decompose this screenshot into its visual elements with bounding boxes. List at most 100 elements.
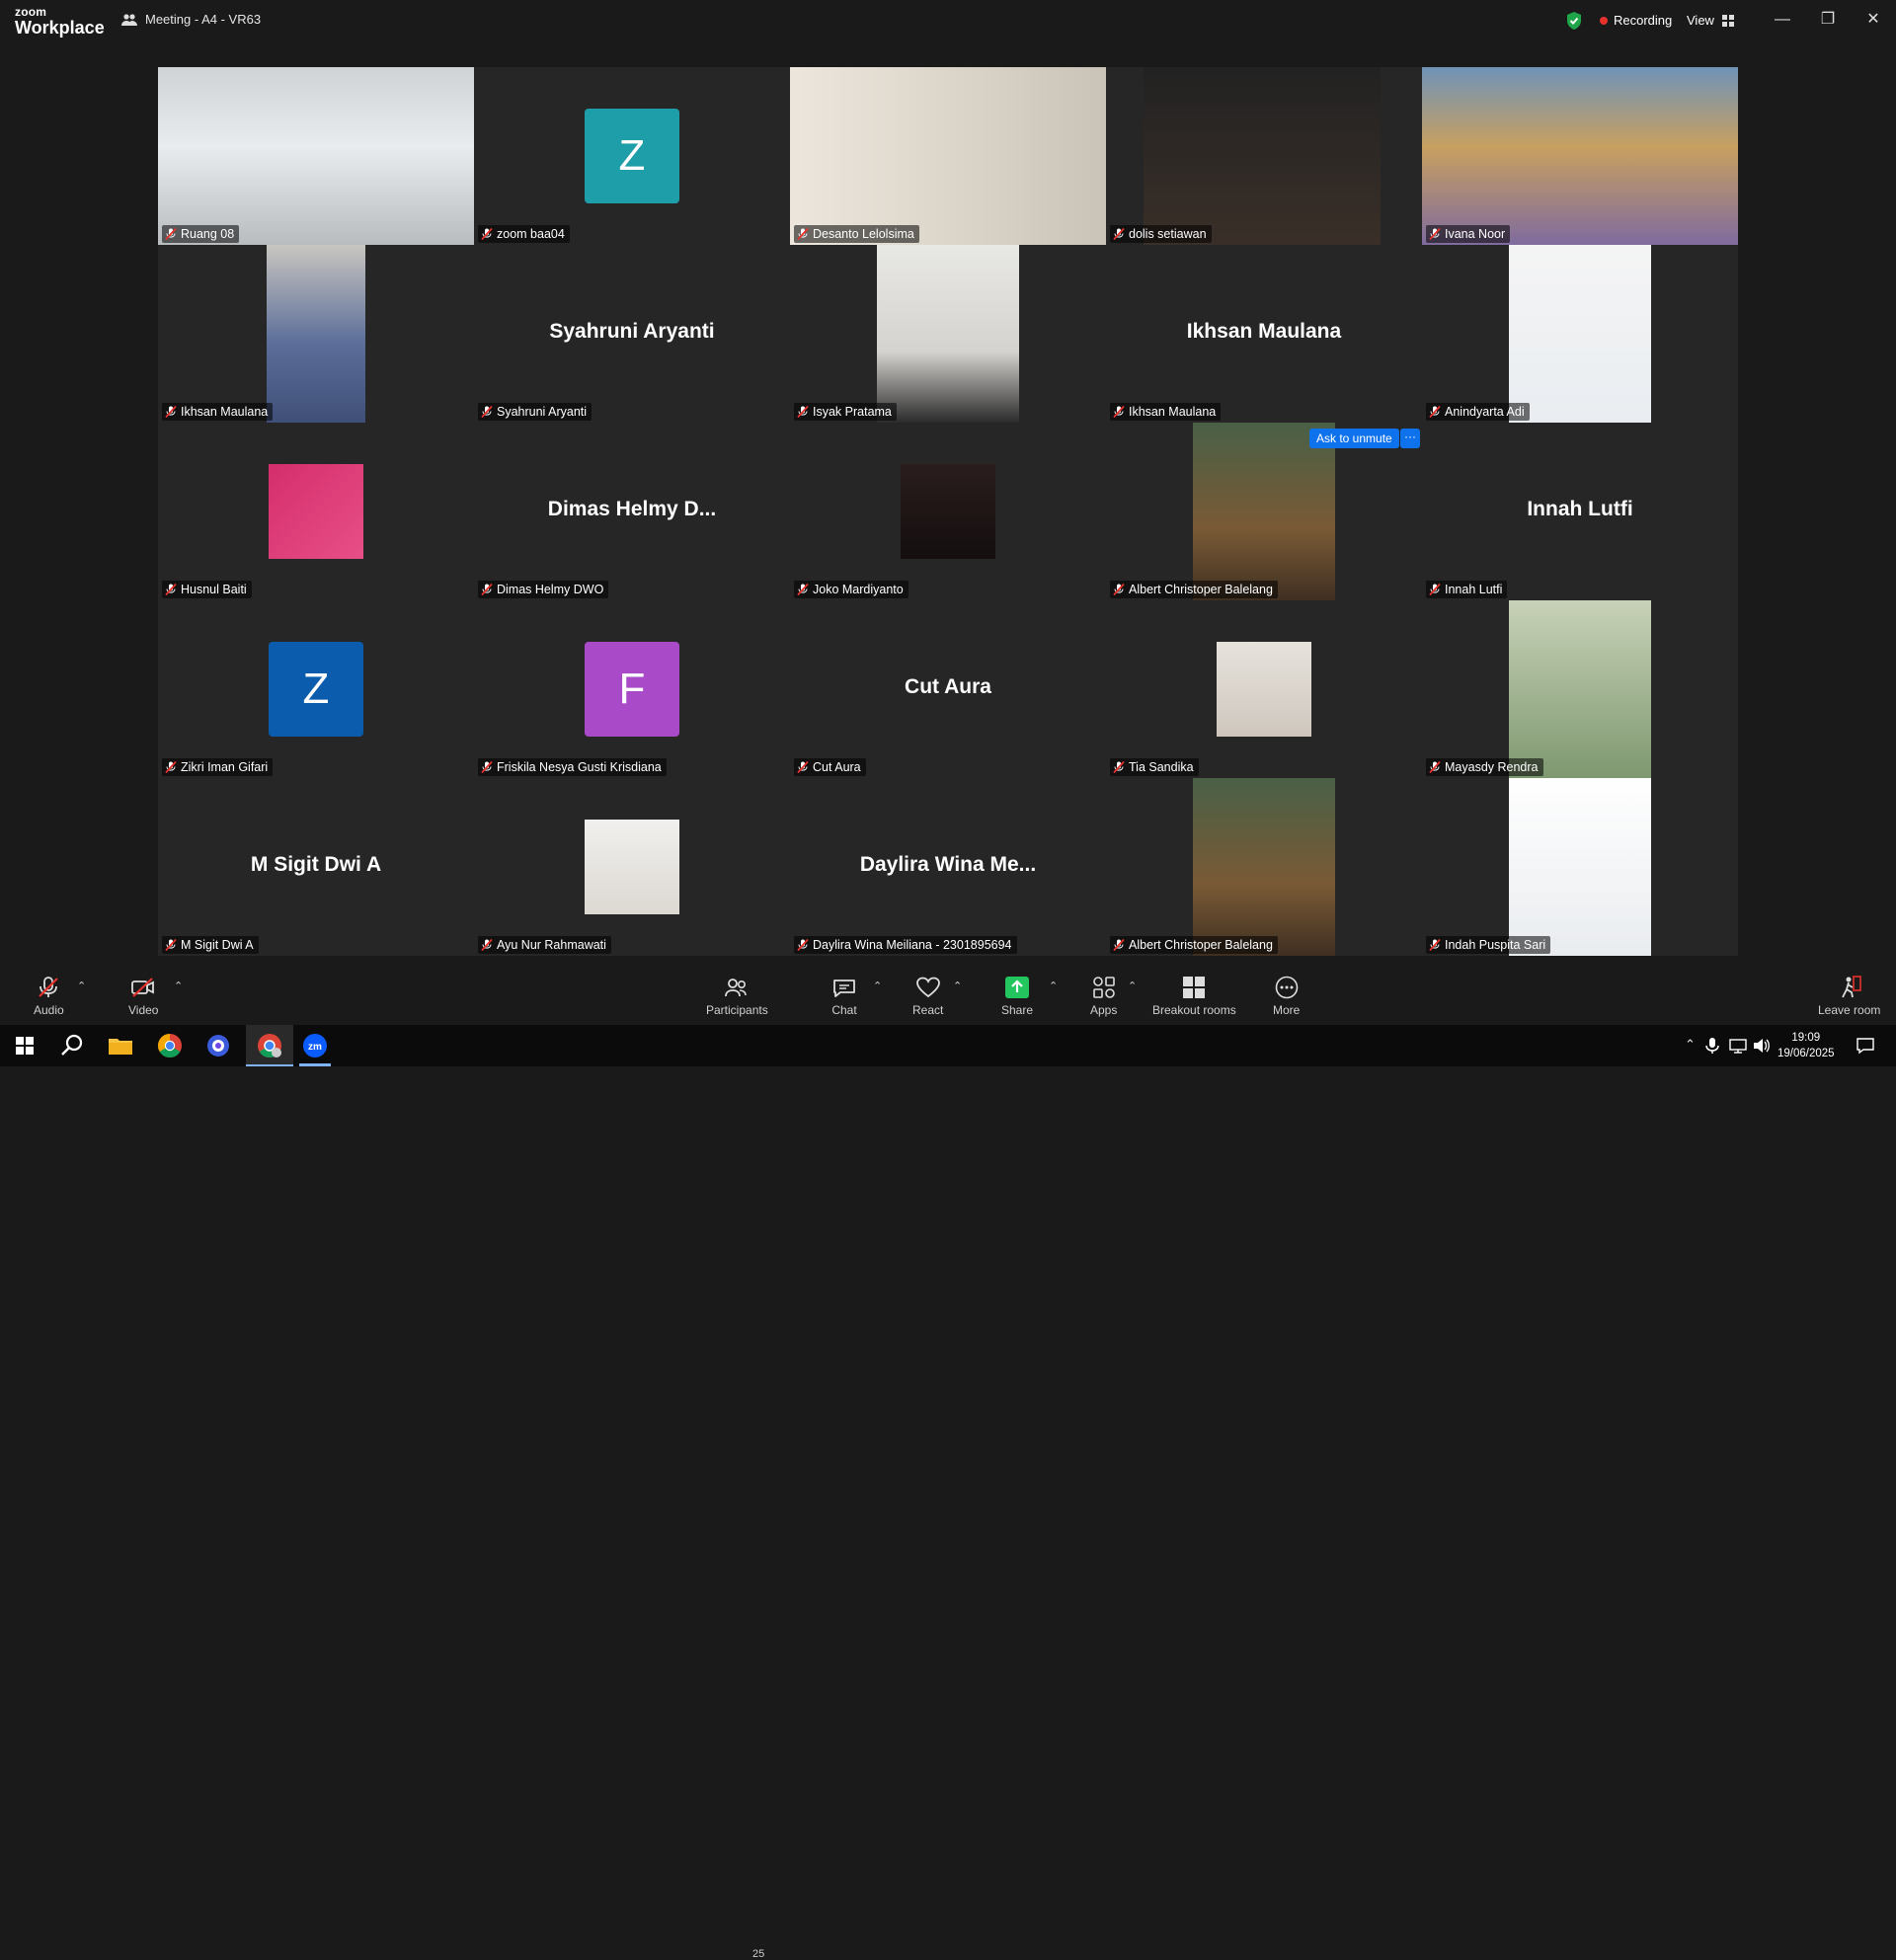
- chat-button[interactable]: Chat: [831, 976, 857, 1017]
- participant-tile[interactable]: Desanto Lelolsima: [790, 67, 1106, 245]
- participant-tile[interactable]: Albert Christoper Balelang: [1106, 778, 1422, 956]
- notifications-icon[interactable]: [1856, 1037, 1874, 1055]
- search-icon[interactable]: [57, 1032, 87, 1059]
- leave-room-button[interactable]: Leave room: [1818, 976, 1880, 1017]
- audio-button[interactable]: Audio: [34, 976, 64, 1017]
- participant-tile[interactable]: Ikhsan Maulana: [158, 245, 474, 423]
- participant-video: [269, 464, 363, 559]
- show-hidden-icons-caret-icon[interactable]: ⌃: [1685, 1037, 1696, 1053]
- participants-count: 25: [752, 1948, 765, 1960]
- file-explorer-icon[interactable]: [106, 1032, 135, 1059]
- breakout-rooms-button[interactable]: Breakout rooms: [1152, 976, 1236, 1017]
- recording-indicator[interactable]: Recording: [1600, 13, 1672, 28]
- participant-tile[interactable]: Syahruni Aryanti Syahruni Aryanti: [474, 245, 790, 423]
- participant-display-name: Daylira Wina Me...: [859, 853, 1037, 876]
- participant-tile[interactable]: dolis setiawan: [1106, 67, 1422, 245]
- network-icon[interactable]: [1729, 1038, 1747, 1054]
- participant-tile[interactable]: Joko Mardiyanto: [790, 423, 1106, 600]
- leave-room-icon: [1841, 976, 1861, 998]
- participant-name: Daylira Wina Meiliana - 2301895694: [813, 938, 1012, 952]
- participant-name: Cut Aura: [813, 760, 861, 774]
- participant-name: Dimas Helmy DWO: [497, 583, 604, 596]
- recording-dot-icon: [1600, 16, 1608, 25]
- participant-tile[interactable]: Cut Aura Cut Aura: [790, 600, 1106, 778]
- close-icon[interactable]: ✕: [1858, 8, 1888, 32]
- participant-tile[interactable]: Zzoom baa04: [474, 67, 790, 245]
- app-icon[interactable]: [203, 1032, 233, 1059]
- participant-tile[interactable]: Dimas Helmy D... Dimas Helmy DWO: [474, 423, 790, 600]
- participant-tile[interactable]: Tia Sandika: [1106, 600, 1422, 778]
- participant-tile[interactable]: Indah Puspita Sari: [1422, 778, 1738, 956]
- volume-icon[interactable]: [1753, 1038, 1771, 1054]
- microphone-muted-icon: [481, 939, 493, 951]
- participant-name: Mayasdy Rendra: [1445, 760, 1539, 774]
- audio-options-caret-icon[interactable]: ⌃: [77, 980, 86, 992]
- microphone-muted-icon: [1113, 228, 1125, 240]
- participant-name: Indah Puspita Sari: [1445, 938, 1546, 952]
- video-gallery: Ruang 08 Zzoom baa04 Desanto Lelolsima doli…: [158, 67, 1738, 956]
- video-options-caret-icon[interactable]: ⌃: [174, 980, 183, 992]
- encryption-shield-icon[interactable]: [1565, 11, 1583, 31]
- participant-tile[interactable]: Isyak Pratama: [790, 245, 1106, 423]
- share-options-caret-icon[interactable]: ⌃: [1049, 980, 1058, 992]
- share-button[interactable]: Share: [1001, 976, 1033, 1017]
- apps-icon: [1092, 977, 1115, 998]
- more-label: More: [1273, 1003, 1301, 1017]
- apps-button[interactable]: Apps: [1090, 976, 1117, 1017]
- chrome-profile-active-tab[interactable]: [246, 1025, 293, 1066]
- participant-name: Desanto Lelolsima: [813, 227, 914, 241]
- camera-off-icon: [131, 978, 155, 997]
- restore-icon[interactable]: ❐: [1813, 8, 1843, 32]
- apps-label: Apps: [1090, 1003, 1118, 1017]
- tile-more-options-button[interactable]: ···: [1400, 429, 1420, 448]
- participant-tile[interactable]: Husnul Baiti: [158, 423, 474, 600]
- participant-name-label: Albert Christoper Balelang: [1110, 581, 1278, 598]
- participant-tile[interactable]: Z Zikri Iman Gifari: [158, 600, 474, 778]
- react-button[interactable]: React: [912, 976, 943, 1017]
- microphone-muted-icon: [481, 761, 493, 773]
- taskbar-clock[interactable]: 19:09 19/06/2025: [1778, 1030, 1835, 1061]
- participants-label: Participants: [706, 1003, 768, 1017]
- participant-tile[interactable]: Innah Lutfi Innah Lutfi: [1422, 423, 1738, 600]
- ask-to-unmute-button[interactable]: Ask to unmute: [1309, 429, 1399, 448]
- participants-button[interactable]: Participants: [706, 976, 768, 1017]
- participant-tile[interactable]: M Sigit Dwi A M Sigit Dwi A: [158, 778, 474, 956]
- title-bar: zoom Workplace Meeting - A4 - VR63 Recor…: [0, 0, 1896, 43]
- participant-name-label: Ruang 08: [162, 225, 240, 243]
- microphone-muted-icon: [1113, 939, 1125, 951]
- chat-options-caret-icon[interactable]: ⌃: [873, 980, 882, 992]
- participant-name-label: Desanto Lelolsima: [794, 225, 919, 243]
- participant-name: zoom baa04: [497, 227, 565, 241]
- minimize-icon[interactable]: —: [1768, 8, 1797, 32]
- participant-name-label: Ivana Noor: [1426, 225, 1511, 243]
- participant-tile[interactable]: Anindyarta Adi: [1422, 245, 1738, 423]
- microphone-muted-icon: [797, 228, 809, 240]
- microphone-muted-icon: [797, 584, 809, 595]
- participant-name: Tia Sandika: [1129, 760, 1194, 774]
- chrome-icon[interactable]: [155, 1032, 185, 1059]
- microphone-muted-icon: [481, 228, 493, 240]
- apps-options-caret-icon[interactable]: ⌃: [1128, 980, 1137, 992]
- windows-start-icon[interactable]: [10, 1032, 40, 1059]
- zoom-app-icon[interactable]: zm: [300, 1032, 330, 1059]
- participant-tile[interactable]: F Friskila Nesya Gusti Krisdiana: [474, 600, 790, 778]
- participant-tile[interactable]: Mayasdy Rendra: [1422, 600, 1738, 778]
- participant-tile[interactable]: Ivana Noor: [1422, 67, 1738, 245]
- participant-name-label: Cut Aura: [794, 758, 866, 776]
- react-options-caret-icon[interactable]: ⌃: [953, 980, 962, 992]
- more-button[interactable]: More: [1273, 976, 1300, 1017]
- video-button[interactable]: Video: [128, 976, 158, 1017]
- participant-name: Ayu Nur Rahmawati: [497, 938, 606, 952]
- meeting-title[interactable]: Meeting - A4 - VR63: [121, 12, 261, 27]
- participant-tile[interactable]: Daylira Wina Me... Daylira Wina Meiliana …: [790, 778, 1106, 956]
- participant-tile[interactable]: Albert Christoper Balelang: [1106, 423, 1422, 600]
- participant-tile[interactable]: Ruang 08: [158, 67, 474, 245]
- participant-name: Albert Christoper Balelang: [1129, 938, 1273, 952]
- participant-tile[interactable]: Ikhsan Maulana Ikhsan Maulana: [1106, 245, 1422, 423]
- participant-video: [1509, 245, 1651, 423]
- participant-tile[interactable]: Ayu Nur Rahmawati: [474, 778, 790, 956]
- view-button[interactable]: View: [1687, 13, 1734, 28]
- microphone-tray-icon[interactable]: [1705, 1038, 1719, 1054]
- participant-name-label: Albert Christoper Balelang: [1110, 936, 1278, 954]
- svg-text:zm: zm: [308, 1042, 322, 1053]
